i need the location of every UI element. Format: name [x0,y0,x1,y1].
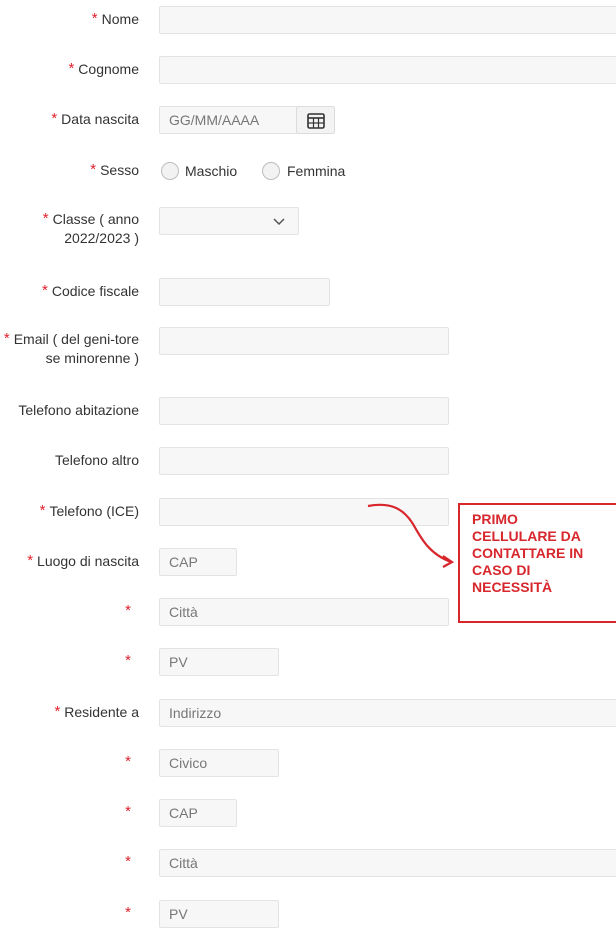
required-marker: * [54,703,61,720]
label-text: Luogo di nascita [37,553,139,569]
label-cognome: * Cognome [68,60,139,79]
residente-citta-input[interactable]: Città [159,849,616,877]
label-telefono-ice: * Telefono (ICE) [40,502,139,521]
label-text: Nome [101,11,139,27]
luogo-nascita-pv-input[interactable]: PV [159,648,279,676]
label-text: Telefono (ICE) [49,503,139,519]
required-marker: * [42,282,48,299]
required-marker: * [125,652,131,669]
label-text: Email ( del geni-tore se minorenne ) [13,331,139,366]
label-text: Sesso [100,162,139,178]
label-sesso: * Sesso [90,161,139,180]
required-marker: * [125,853,131,870]
label-residente: * Residente a [54,703,139,722]
chevron-down-icon [273,218,285,226]
label-text: Cognome [78,61,139,77]
cognome-input[interactable] [159,56,616,84]
required-marker: * [42,210,49,227]
required-marker: * [27,552,34,569]
residente-civico-input[interactable]: Civico [159,749,279,777]
calendar-icon [307,113,325,129]
telefono-abitazione-input[interactable] [159,397,449,425]
label-classe: * Classe ( anno 2022/2023 ) [29,210,139,248]
residente-cap-input[interactable]: CAP [159,799,237,827]
calendar-button[interactable] [296,106,335,134]
required-marker: * [3,330,10,347]
label-telefono-altro: Telefono altro [54,452,139,468]
nome-input[interactable] [159,6,616,34]
radio-maschio-label[interactable]: Maschio [185,162,237,180]
required-marker: * [125,803,131,820]
radio-femmina-label[interactable]: Femmina [287,162,345,180]
label-nome: * Nome [92,10,139,29]
codice-fiscale-input[interactable] [159,278,330,306]
required-marker: * [68,60,75,77]
luogo-nascita-cap-input[interactable]: CAP [159,548,237,576]
required-marker: * [39,502,46,519]
label-luogo-nascita: * Luogo di nascita [27,552,139,571]
label-text: Data nascita [61,111,139,127]
residente-indirizzo-input[interactable]: Indirizzo [159,699,616,727]
label-codice-fiscale: * Codice fiscale [42,282,139,301]
label-telefono-abitazione: Telefono abitazione [18,402,139,418]
data-nascita-input[interactable]: GG/MM/AAAA [159,106,297,134]
classe-select[interactable] [159,207,299,235]
radio-femmina[interactable] [262,162,280,180]
annotation-callout: PRIMO CELLULARE DA CONTATTARE IN CASO DI… [458,503,616,623]
label-data-nascita: * Data nascita [51,110,139,129]
label-text: Classe ( anno 2022/2023 ) [52,211,139,246]
required-marker: * [91,10,98,27]
required-marker: * [125,904,131,921]
required-marker: * [51,110,58,127]
luogo-nascita-citta-input[interactable]: Città [159,598,449,626]
curved-arrow-icon [367,503,455,568]
email-input[interactable] [159,327,449,355]
label-email: * Email ( del geni-tore se minorenne ) [0,330,139,368]
required-marker: * [125,753,131,770]
radio-maschio[interactable] [161,162,179,180]
telefono-altro-input[interactable] [159,447,449,475]
required-marker: * [90,161,97,178]
label-text: Residente a [64,704,139,720]
required-marker: * [125,602,131,619]
label-text: Codice fiscale [51,283,139,299]
